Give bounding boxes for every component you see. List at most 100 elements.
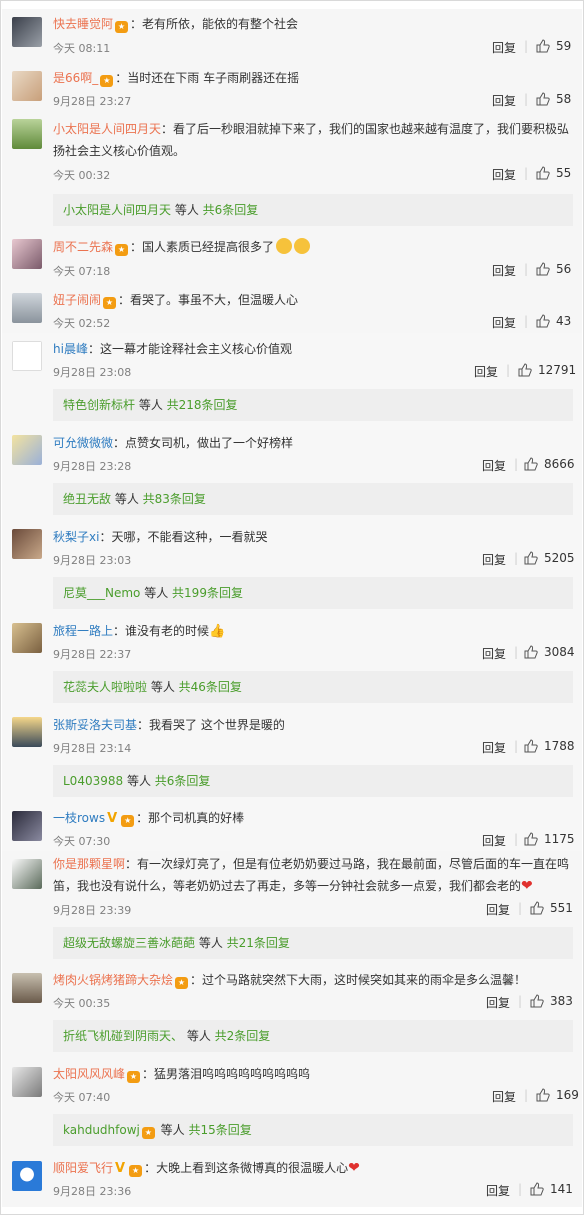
replies-summary[interactable]: 折纸飞机碰到阴雨天、 等人 共2条回复 <box>53 1020 573 1052</box>
reply-button[interactable]: 回复 <box>492 92 516 109</box>
like-button[interactable]: 55 <box>536 166 571 180</box>
reply-user[interactable]: 折纸飞机碰到阴雨天、 <box>63 1029 183 1043</box>
reply-count-link[interactable]: 共21条回复 <box>227 936 290 950</box>
timestamp: 今天 07:30 <box>53 835 111 848</box>
replies-summary[interactable]: L0403988 等人 共6条回复 <box>53 765 573 797</box>
avatar[interactable] <box>12 529 42 559</box>
username[interactable]: 太阳风风风峰 <box>53 1067 125 1081</box>
username[interactable]: 烤肉火锅烤猪蹄大杂烩 <box>53 973 173 987</box>
replies-summary[interactable]: 小太阳是人间四月天 等人 共6条回复 <box>53 194 573 226</box>
reply-button[interactable]: 回复 <box>492 1088 516 1105</box>
like-button[interactable]: 3084 <box>524 645 575 659</box>
like-button[interactable]: 1788 <box>524 739 575 753</box>
reply-user[interactable]: 绝丑无敌 <box>63 492 111 506</box>
reply-count-link[interactable]: 共2条回复 <box>215 1029 271 1043</box>
like-button[interactable]: 383 <box>530 994 573 1008</box>
divider: | <box>524 1088 529 1102</box>
replies-summary[interactable]: 超级无敌螺旋三善冰葩葩 等人 共21条回复 <box>53 927 573 959</box>
reply-button[interactable]: 回复 <box>482 457 506 474</box>
like-button[interactable]: 58 <box>536 92 571 106</box>
like-button[interactable]: 169 <box>536 1088 579 1102</box>
divider: | <box>518 901 523 915</box>
member-badge-icon: ★ <box>100 75 114 87</box>
username[interactable]: 小太阳是人间四月天 <box>53 122 161 136</box>
reply-user[interactable]: 小太阳是人间四月天 <box>63 203 171 217</box>
username[interactable]: 快去睡觉阿 <box>53 17 113 31</box>
like-button[interactable]: 8666 <box>524 457 575 471</box>
username[interactable]: 妞子闹闹 <box>53 293 101 307</box>
reply-user[interactable]: 尼莫___Nemo <box>63 586 140 600</box>
avatar[interactable] <box>12 17 42 47</box>
avatar[interactable] <box>12 1161 42 1191</box>
reply-user[interactable]: 特色创新标杆 <box>63 398 135 412</box>
reply-button[interactable]: 回复 <box>486 994 510 1011</box>
avatar[interactable] <box>12 859 42 889</box>
avatar[interactable] <box>12 119 42 149</box>
username[interactable]: 是66啊_ <box>53 71 98 85</box>
reply-count-link[interactable]: 共83条回复 <box>143 492 206 506</box>
reply-user[interactable]: L0403988 <box>63 774 123 788</box>
avatar[interactable] <box>12 973 42 1003</box>
reply-button[interactable]: 回复 <box>492 39 516 56</box>
like-button[interactable]: 5205 <box>524 551 575 565</box>
replies-summary[interactable]: kahdudhfowj ★ 等人 共15条回复 <box>53 1114 573 1146</box>
reply-button[interactable]: 回复 <box>482 645 506 662</box>
thumbs-up-icon <box>530 1182 544 1196</box>
replies-summary[interactable]: 绝丑无敌 等人 共83条回复 <box>53 483 573 515</box>
username[interactable]: 旅程一路上 <box>53 624 113 638</box>
avatar[interactable] <box>12 717 42 747</box>
avatar[interactable] <box>12 811 42 841</box>
comment-item: 秋梨子xi：天哪，不能看这种，一看就哭 9月28日 23:03 回复 | 520… <box>2 521 582 615</box>
username[interactable]: 秋梨子xi <box>53 530 99 544</box>
username[interactable]: 顺阳爱飞行 <box>53 1161 113 1175</box>
username[interactable]: 一枝rows <box>53 811 105 825</box>
reply-button[interactable]: 回复 <box>482 551 506 568</box>
reply-button[interactable]: 回复 <box>474 363 498 380</box>
reply-count-link[interactable]: 共6条回复 <box>155 774 211 788</box>
reply-count-link[interactable]: 共6条回复 <box>203 203 259 217</box>
avatar[interactable] <box>12 293 42 323</box>
reply-button[interactable]: 回复 <box>492 262 516 279</box>
thumbs-up-icon <box>536 262 550 276</box>
replies-summary[interactable]: 花蕊夫人啦啦啦 等人 共46条回复 <box>53 671 573 703</box>
avatar[interactable] <box>12 71 42 101</box>
reply-user[interactable]: 花蕊夫人啦啦啦 <box>63 680 147 694</box>
reply-button[interactable]: 回复 <box>486 1182 510 1199</box>
comment-text: ：这一幕才能诠释社会主义核心价值观 <box>87 342 292 356</box>
like-button[interactable]: 1175 <box>524 832 575 846</box>
like-button[interactable]: 43 <box>536 314 571 328</box>
avatar[interactable] <box>12 1067 42 1097</box>
timestamp: 9月28日 23:39 <box>53 904 132 917</box>
reply-user[interactable]: kahdudhfowj <box>63 1123 140 1137</box>
thumbs-up-icon <box>536 39 550 53</box>
reply-button[interactable]: 回复 <box>482 832 506 849</box>
like-button[interactable]: 551 <box>530 901 573 915</box>
reply-button[interactable]: 回复 <box>492 314 516 331</box>
avatar[interactable] <box>12 623 42 653</box>
like-button[interactable]: 141 <box>530 1182 573 1196</box>
reply-count-link[interactable]: 共218条回复 <box>167 398 238 412</box>
avatar[interactable] <box>12 435 42 465</box>
reply-button[interactable]: 回复 <box>492 166 516 183</box>
reply-count-link[interactable]: 共15条回复 <box>189 1123 252 1137</box>
username[interactable]: 周不二先森 <box>53 240 113 254</box>
avatar[interactable] <box>12 239 42 269</box>
username[interactable]: hi晨峰 <box>53 342 88 356</box>
username[interactable]: 你是那颗星啊 <box>53 857 125 871</box>
username[interactable]: 可允微微微 <box>53 436 113 450</box>
reply-button[interactable]: 回复 <box>482 739 506 756</box>
reply-count-link[interactable]: 共46条回复 <box>179 680 242 694</box>
username[interactable]: 张斯妥洛夫司基 <box>53 718 137 732</box>
replies-summary[interactable]: 尼莫___Nemo 等人 共199条回复 <box>53 577 573 609</box>
like-button[interactable]: 12791 <box>518 363 576 377</box>
reply-count-link[interactable]: 共199条回复 <box>172 586 243 600</box>
reply-user[interactable]: 超级无敌螺旋三善冰葩葩 <box>63 936 195 950</box>
timestamp: 今天 08:11 <box>53 42 111 55</box>
thumbs-up-icon <box>518 363 532 377</box>
replies-summary[interactable]: 特色创新标杆 等人 共218条回复 <box>53 389 573 421</box>
avatar[interactable] <box>12 341 42 371</box>
like-button[interactable]: 56 <box>536 262 571 276</box>
reply-button[interactable]: 回复 <box>486 901 510 918</box>
like-button[interactable]: 59 <box>536 39 571 53</box>
like-count: 58 <box>556 92 572 106</box>
